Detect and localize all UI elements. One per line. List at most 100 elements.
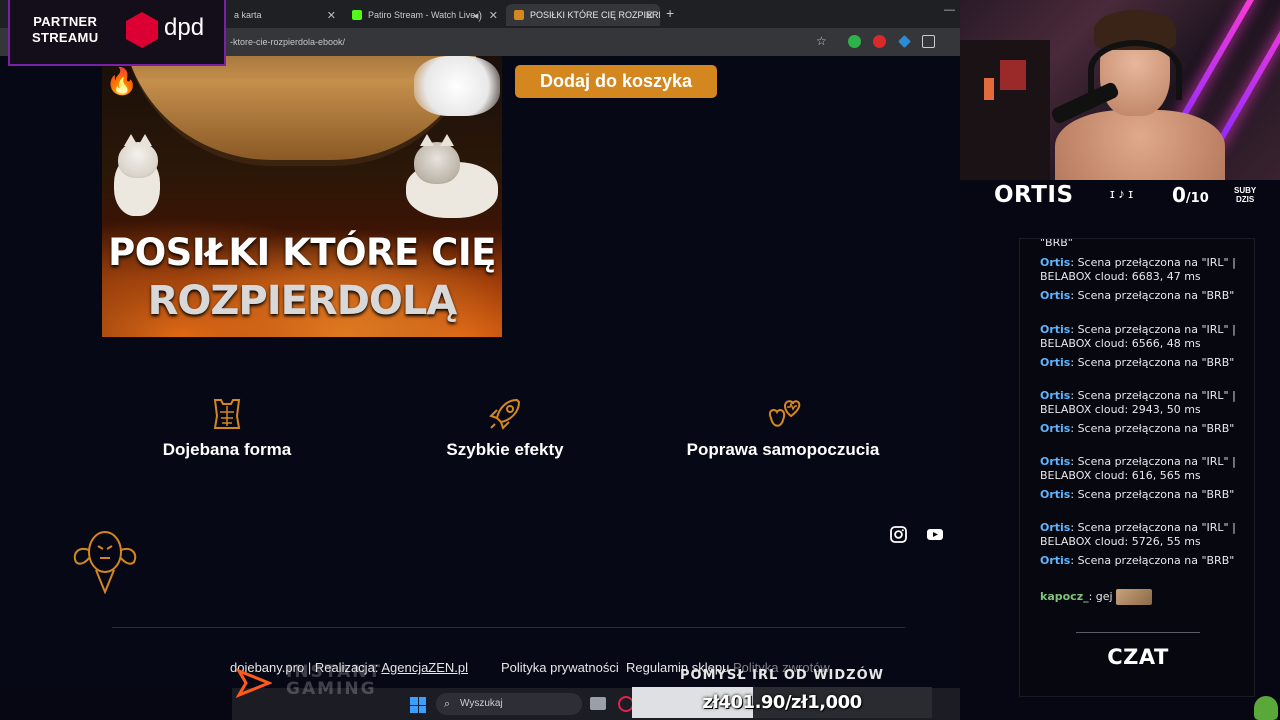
- minimize-icon[interactable]: —: [944, 4, 955, 16]
- tab-active-product[interactable]: POSIŁKI KTÓRE CIĘ ROZPIERDO ✕: [506, 4, 660, 26]
- extensions-puzzle-icon[interactable]: [922, 35, 935, 48]
- partner-line2: STREAMU: [32, 30, 99, 45]
- tab-new[interactable]: a karta ✕: [226, 4, 342, 26]
- poster: [1000, 60, 1026, 90]
- extension-shield-icon[interactable]: [848, 35, 861, 48]
- instant-gaming-watermark: INSTANT GAMING: [286, 664, 382, 698]
- footer-divider: [112, 627, 905, 628]
- sub-goal-counter: 0/10: [1172, 183, 1209, 207]
- chat-text: Scena przełączona na "IRL" | BELABOX clo…: [1040, 389, 1236, 416]
- chat-divider: [1076, 632, 1200, 633]
- chat-username: Ortis: [1040, 356, 1071, 369]
- website-viewport: 🔥 POSIŁKI KTÓRE CIĘ ROZPIERDOLĄ Dodaj do…: [0, 56, 960, 688]
- partner-sponsor-badge: PARTNER STREAMU dpd: [8, 0, 226, 66]
- chat-message: Ortis: Scena przełączona na "IRL" | BELA…: [1040, 521, 1236, 548]
- tab-patiro[interactable]: Patiro Stream - Watch Live ◂) ✕: [344, 4, 504, 26]
- rocket-icon: [489, 398, 521, 430]
- chat-message: kapocz_: gej: [1040, 589, 1246, 605]
- extension-diamond-icon[interactable]: [898, 35, 911, 48]
- emote-image: [1116, 589, 1153, 605]
- chat-title: CZAT: [1107, 645, 1169, 669]
- taskbar-search-input[interactable]: ⌕ Wyszukaj: [436, 693, 582, 715]
- chat-message: Ortis: Scena przełączona na "BRB": [1040, 422, 1235, 435]
- chat-fragment: "BRB": [1040, 238, 1073, 249]
- fire-emoji-icon: 🔥: [105, 66, 139, 96]
- kick-favicon-icon: [352, 10, 362, 20]
- white-cat-left: [118, 134, 158, 178]
- url-field[interactable]: -ktore-cie-rozpierdola-ebook/: [230, 37, 345, 47]
- chat-message: Ortis: Scena przełączona na "IRL" | BELA…: [1040, 455, 1236, 482]
- sub-label-line1: SUBY: [1234, 186, 1257, 195]
- grey-cat-right: [414, 134, 460, 184]
- search-placeholder: Wyszukaj: [460, 698, 503, 709]
- tab-label: POSIŁKI KTÓRE CIĘ ROZPIERDO: [530, 10, 660, 20]
- webcam-feed: [960, 0, 1280, 180]
- chat-text: Scena przełączona na "BRB": [1077, 554, 1235, 567]
- frog-emote: [1254, 696, 1278, 720]
- sub-count-current: 0: [1172, 183, 1186, 207]
- feature-poprawa-samopoczucia: Poprawa samopoczucia: [653, 396, 913, 460]
- chat-message: Ortis: Scena przełączona na "BRB": [1040, 554, 1235, 567]
- donation-progress-bar: zł401.90/zł1,000: [632, 687, 932, 718]
- chat-username: Ortis: [1040, 289, 1071, 302]
- dpd-wordmark: dpd: [164, 14, 205, 41]
- speaker-icon[interactable]: ◂): [473, 9, 482, 22]
- ribbon-bow: [414, 56, 500, 116]
- chat-message: Ortis: Scena przełączona na "BRB": [1040, 289, 1235, 302]
- tab-label: Patiro Stream - Watch Live: [368, 10, 476, 20]
- chat-text: Scena przełączona na "BRB": [1077, 488, 1235, 501]
- add-to-cart-button[interactable]: Dodaj do koszyka: [515, 65, 717, 98]
- chat-username: Ortis: [1040, 554, 1071, 567]
- streamer-name: ORTIS: [994, 182, 1074, 208]
- product-image: 🔥 POSIŁKI KTÓRE CIĘ ROZPIERDOLĄ: [102, 56, 502, 337]
- youtube-icon[interactable]: [926, 526, 944, 548]
- new-tab-icon[interactable]: +: [666, 5, 674, 21]
- torso-icon: [213, 399, 241, 429]
- stream-frame: a karta ✕ Patiro Stream - Watch Live ◂) …: [0, 0, 1280, 720]
- chat-username: kapocz_: [1040, 590, 1089, 603]
- chat-username: Ortis: [1040, 488, 1071, 501]
- close-tab-icon[interactable]: ✕: [327, 9, 336, 22]
- chat-text: Scena przełączona na "IRL" | BELABOX clo…: [1040, 323, 1236, 350]
- chat-overlay: "BRB" Ortis: Scena przełączona na "IRL" …: [1019, 238, 1255, 697]
- tab-label: a karta: [234, 10, 262, 20]
- feature-label: Poprawa samopoczucia: [686, 440, 880, 459]
- chat-username: Ortis: [1040, 455, 1071, 468]
- dpd-cube-icon: [126, 12, 158, 48]
- site-logo[interactable]: [68, 522, 142, 599]
- close-tab-icon[interactable]: ✕: [645, 9, 654, 22]
- feature-label: Szybkie efekty: [446, 440, 564, 459]
- footer-agency-link[interactable]: AgencjaZEN.pl: [381, 660, 468, 675]
- streamer-info-bar: ORTIS ɪ ♪ ɪ 0/10 SUBY DZIS: [990, 180, 1280, 210]
- chat-username: Ortis: [1040, 256, 1071, 269]
- extension-red-icon[interactable]: [873, 35, 886, 48]
- chat-message: Ortis: Scena przełączona na "IRL" | BELA…: [1040, 256, 1236, 283]
- image-title-line1: POSIŁKI KTÓRE CIĘ: [108, 231, 496, 274]
- donation-goal-title: POMYSŁ IRL OD WIDZÓW: [680, 668, 884, 683]
- streamer-body: [1055, 110, 1225, 180]
- chat-message: Ortis: Scena przełączona na "IRL" | BELA…: [1040, 389, 1236, 416]
- chat-username: Ortis: [1040, 422, 1071, 435]
- bookmark-star-icon[interactable]: ☆: [816, 35, 829, 48]
- chat-username: Ortis: [1040, 521, 1071, 534]
- instant-gaming-logo-icon: [236, 668, 272, 698]
- footer-link-privacy[interactable]: Polityka prywatności: [501, 660, 619, 675]
- donation-amount: zł401.90/zł1,000: [702, 692, 862, 713]
- windows-start-icon[interactable]: [410, 697, 426, 713]
- chat-text: Scena przełączona na "BRB": [1077, 289, 1235, 302]
- tiktok-icon: ♪: [1118, 186, 1125, 201]
- bottle: [984, 78, 994, 100]
- close-tab-icon[interactable]: ✕: [489, 9, 498, 22]
- search-icon: ⌕: [444, 698, 451, 710]
- chat-message: Ortis: Scena przełączona na "BRB": [1040, 488, 1235, 501]
- partner-label: PARTNER STREAMU: [32, 14, 98, 46]
- chat-text: Scena przełączona na "BRB": [1077, 356, 1235, 369]
- apple-heart-icon: [768, 400, 801, 427]
- kick-icon: ɪ: [1128, 186, 1134, 201]
- feature-szybkie-efekty: Szybkie efekty: [375, 396, 635, 460]
- kick-icon: ɪ: [1110, 186, 1115, 201]
- task-view-icon[interactable]: [590, 697, 606, 710]
- feature-dojebana-forma: Dojebana forma: [97, 396, 357, 460]
- instagram-icon[interactable]: [890, 526, 907, 548]
- feature-label: Dojebana forma: [162, 440, 292, 459]
